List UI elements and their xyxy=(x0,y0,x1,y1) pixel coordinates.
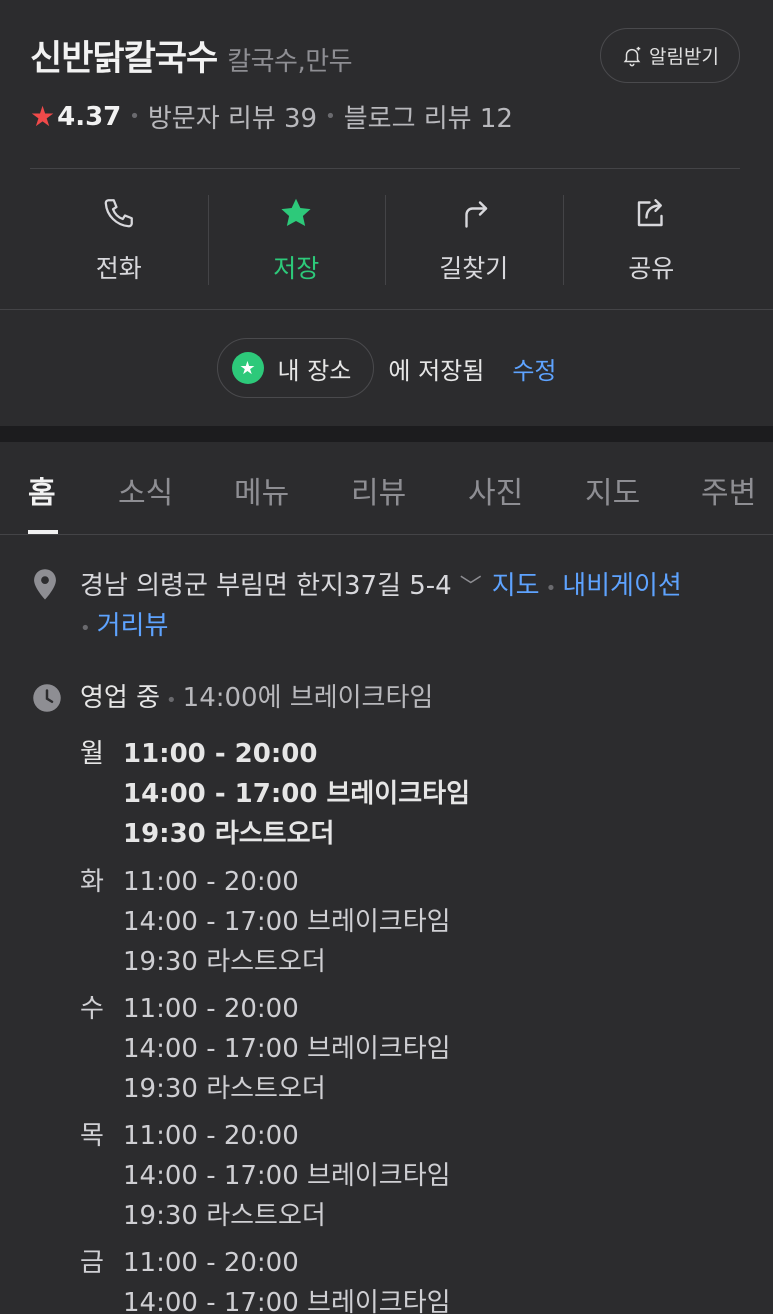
share-label: 공유 xyxy=(628,254,675,283)
separator-dot: • xyxy=(129,106,140,127)
day-lines: 11:00 - 20:00 14:00 - 17:00 브레이크타임 19:30… xyxy=(123,862,451,982)
star-badge-icon: ★ xyxy=(231,352,264,384)
saved-status-row: ★ 내 장소 에 저장됨 수정 xyxy=(0,338,773,398)
place-category: 칼국수,만두 xyxy=(227,47,353,77)
tab-bar: 홈 소식 메뉴 리뷰 사진 지도 주변 xyxy=(0,442,773,535)
day-name: 수 xyxy=(80,994,104,1024)
break-time: 14:00 - 17:00 브레이크타임 xyxy=(123,779,470,809)
alarm-button-label: 알림받기 xyxy=(649,46,719,68)
day-name: 월 xyxy=(80,739,104,769)
place-header: 신반닭칼국수 칼국수,만두 알림받기 ★ 4.37 • 방문자 리뷰 39 • … xyxy=(0,0,773,170)
tab-home[interactable]: 홈 xyxy=(28,468,56,512)
separator-dot: • xyxy=(80,618,91,639)
saved-list-chip[interactable]: ★ 내 장소 xyxy=(216,338,375,398)
tab-photos[interactable]: 사진 xyxy=(468,468,523,512)
navigation-link[interactable]: 내비게이션 xyxy=(562,571,682,601)
open-hours: 11:00 - 20:00 xyxy=(123,994,299,1024)
action-divider xyxy=(0,309,773,310)
open-hours: 11:00 - 20:00 xyxy=(123,1248,299,1278)
tab-news[interactable]: 소식 xyxy=(118,468,173,512)
directions-button[interactable]: 길찾기 xyxy=(385,185,563,295)
break-time: 14:00 - 17:00 브레이크타임 xyxy=(123,1288,451,1314)
break-time: 14:00 - 17:00 브레이크타임 xyxy=(123,1034,451,1064)
open-hours: 11:00 - 20:00 xyxy=(123,739,318,769)
rating-value: 4.37 xyxy=(57,101,122,132)
active-tab-indicator xyxy=(28,530,58,534)
last-order: 19:30 라스트오더 xyxy=(123,819,335,849)
day-lines: 11:00 - 20:00 14:00 - 17:00 브레이크타임 xyxy=(123,1243,451,1314)
last-order: 19:30 라스트오더 xyxy=(123,1201,326,1231)
day-name: 목 xyxy=(80,1121,104,1151)
phone-icon xyxy=(104,199,133,228)
break-notice: 14:00에 브레이크타임 xyxy=(182,683,434,713)
open-hours: 11:00 - 20:00 xyxy=(123,867,299,897)
visitor-review-link[interactable]: 방문자 리뷰 39 xyxy=(148,98,317,135)
saved-suffix: 에 저장됨 xyxy=(388,356,485,385)
day-name: 금 xyxy=(80,1248,104,1278)
saved-list-name: 내 장소 xyxy=(277,356,352,385)
save-label: 저장 xyxy=(273,254,320,283)
save-button[interactable]: 저장 xyxy=(207,185,386,295)
separator-dot: • xyxy=(545,578,557,599)
break-time: 14:00 - 17:00 브레이크타임 xyxy=(123,907,451,937)
day-name: 화 xyxy=(80,867,104,897)
last-order: 19:30 라스트오더 xyxy=(123,1074,326,1104)
edit-saved-link[interactable]: 수정 xyxy=(512,351,556,386)
tab-reviews[interactable]: 리뷰 xyxy=(351,468,406,512)
alarm-button[interactable]: 알림받기 xyxy=(600,28,740,83)
separator-dot: • xyxy=(325,106,336,127)
directions-icon xyxy=(465,201,487,228)
business-status: 영업 중 • 14:00에 브레이크타임 xyxy=(80,678,433,721)
chevron-down-icon[interactable]: ﹀ xyxy=(460,568,482,608)
share-icon xyxy=(638,199,663,227)
header-divider xyxy=(30,168,740,169)
separator-dot: • xyxy=(166,690,177,711)
place-title: 신반닭칼국수 xyxy=(30,39,218,79)
open-status: 영업 중 xyxy=(80,683,161,713)
bell-plus-icon xyxy=(623,46,641,66)
share-button[interactable]: 공유 xyxy=(562,185,741,295)
directions-label: 길찾기 xyxy=(439,254,509,283)
address-text: 경남 의령군 부림면 한지37길 5-4 xyxy=(80,571,452,601)
tab-menu[interactable]: 메뉴 xyxy=(234,468,289,512)
break-time: 14:00 - 17:00 브레이크타임 xyxy=(123,1161,451,1191)
last-order: 19:30 라스트오더 xyxy=(123,947,326,977)
open-hours: 11:00 - 20:00 xyxy=(123,1121,299,1151)
rating-star-icon: ★ xyxy=(30,100,56,133)
call-button[interactable]: 전화 xyxy=(30,185,208,295)
rating-row: ★ 4.37 • 방문자 리뷰 39 • 블로그 리뷰 12 xyxy=(30,98,513,135)
star-icon xyxy=(281,198,311,227)
title-row: 신반닭칼국수 칼국수,만두 xyxy=(30,30,353,81)
clock-icon xyxy=(33,684,61,712)
location-pin-icon xyxy=(34,569,56,600)
day-lines: 11:00 - 20:00 14:00 - 17:00 브레이크타임 19:30… xyxy=(123,1116,451,1236)
hours-header[interactable]: 영업 중 • 14:00에 브레이크타임 xyxy=(30,678,770,718)
section-band xyxy=(0,426,773,442)
street-view-link[interactable]: 거리뷰 xyxy=(97,611,169,641)
address-line: 경남 의령군 부림면 한지37길 5-4 ﹀ 지도 • 내비게이션 xyxy=(80,566,770,609)
action-bar: 전화 저장 길찾기 공유 xyxy=(30,185,740,295)
tab-map[interactable]: 지도 xyxy=(585,468,640,512)
day-lines: 11:00 - 20:00 14:00 - 17:00 브레이크타임 19:30… xyxy=(123,734,470,854)
tab-nearby[interactable]: 주변 xyxy=(701,468,756,512)
map-link[interactable]: 지도 xyxy=(492,571,540,601)
address-line-2: • 거리뷰 xyxy=(80,606,168,649)
day-lines: 11:00 - 20:00 14:00 - 17:00 브레이크타임 19:30… xyxy=(123,989,451,1109)
blog-review-link[interactable]: 블로그 리뷰 12 xyxy=(344,98,513,135)
call-label: 전화 xyxy=(95,254,142,283)
